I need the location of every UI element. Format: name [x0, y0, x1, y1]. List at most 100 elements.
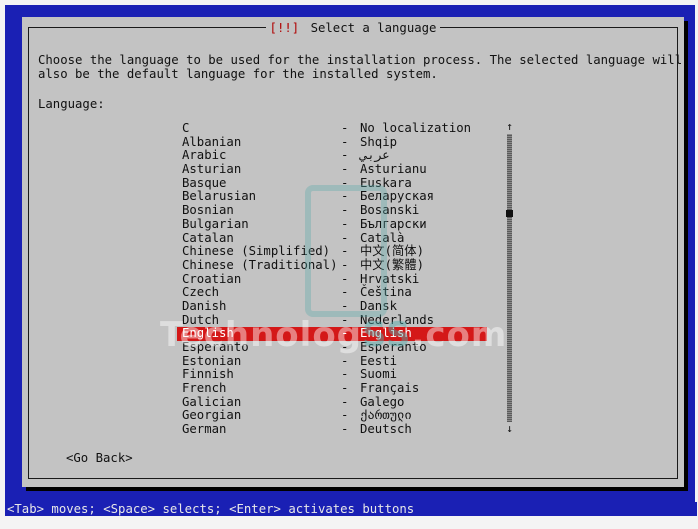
separator: -	[341, 257, 349, 272]
language-native-name: عربي	[360, 148, 390, 163]
separator: -	[341, 422, 349, 437]
scroll-up-icon[interactable]: ↑	[505, 121, 514, 132]
language-name: Albanian	[182, 134, 242, 149]
separator: -	[341, 298, 349, 313]
language-label: Language:	[38, 97, 105, 111]
language-option-danish[interactable]: Danish - Dansk	[177, 298, 487, 314]
title-text: Select a language	[308, 21, 439, 35]
dialog-description: Choose the language to be used for the i…	[38, 53, 682, 82]
language-option-german[interactable]: German - Deutsch	[177, 422, 487, 437]
language-name: Arabic	[182, 148, 227, 163]
description-line-1: Choose the language to be used for the i…	[38, 53, 683, 67]
language-native-name: Asturianu	[360, 162, 427, 177]
language-name: French	[182, 381, 227, 396]
language-native-name: Nederlands	[360, 312, 435, 327]
language-native-name: Dansk	[360, 298, 398, 313]
language-option-finnish[interactable]: Finnish - Suomi	[177, 368, 487, 382]
separator: -	[341, 203, 349, 218]
language-name: Chinese (Traditional)	[182, 257, 338, 272]
language-option-english[interactable]: English - English	[177, 327, 487, 341]
language-native-name: Suomi	[360, 367, 398, 382]
language-option-arabic[interactable]: Arabic - عربي	[177, 149, 487, 163]
separator: -	[341, 148, 349, 163]
separator: -	[341, 271, 349, 286]
language-native-name: Shqip	[360, 134, 398, 149]
language-native-name: ქართული	[360, 408, 412, 423]
separator: -	[341, 326, 349, 341]
language-name: Bulgarian	[182, 216, 249, 231]
language-option-czech[interactable]: Czech - Čeština	[177, 286, 487, 300]
language-name: Croatian	[182, 271, 242, 286]
language-native-name: English	[360, 326, 412, 341]
separator: -	[341, 175, 349, 190]
language-option-esperanto[interactable]: Esperanto - Esperanto	[177, 340, 487, 355]
list-scrollbar[interactable]: ↑ ↓	[505, 121, 514, 434]
language-native-name: Euskara	[360, 175, 412, 190]
language-native-name: Беларуская	[360, 189, 435, 204]
language-name: German	[182, 422, 227, 437]
separator: -	[341, 340, 349, 354]
language-name: Estonian	[182, 353, 242, 368]
language-name: Finnish	[182, 367, 234, 382]
separator: -	[341, 162, 349, 177]
scrollbar-thumb[interactable]	[506, 210, 513, 217]
language-name: Asturian	[182, 162, 242, 177]
language-name: Belarusian	[182, 189, 257, 204]
language-native-name: 中文(简体)	[360, 244, 424, 259]
go-back-button[interactable]: <Go Back>	[66, 451, 133, 465]
language-option-estonian[interactable]: Estonian - Eesti	[177, 353, 487, 369]
language-native-name: Français	[360, 381, 420, 396]
language-native-name: Български	[360, 216, 427, 231]
title-bracket: [!!]	[267, 21, 302, 35]
separator: -	[341, 189, 349, 204]
language-name: Chinese (Simplified)	[182, 244, 331, 259]
language-name: Georgian	[182, 408, 242, 423]
language-name: Danish	[182, 298, 227, 313]
language-name: Catalan	[182, 230, 234, 245]
scroll-down-icon[interactable]: ↓	[505, 423, 514, 434]
language-option-french[interactable]: French - Français	[177, 381, 487, 396]
language-option-belarusian[interactable]: Belarusian - Беларуская	[177, 190, 487, 204]
language-native-name: Esperanto	[360, 340, 427, 354]
language-native-name: Deutsch	[360, 422, 412, 437]
separator: -	[341, 381, 349, 396]
language-option-croatian[interactable]: Croatian - Hrvatski	[177, 271, 487, 287]
language-option-dutch[interactable]: Dutch - Nederlands	[177, 312, 487, 328]
language-native-name: 中文(繁體)	[360, 257, 424, 272]
language-name: C	[182, 121, 190, 135]
language-option-bosnian[interactable]: Bosnian - Bosanski	[177, 203, 487, 218]
language-native-name: Galego	[360, 394, 405, 409]
status-bar: <Tab> moves; <Space> selects; <Enter> ac…	[5, 502, 697, 516]
language-name: Dutch	[182, 312, 220, 327]
separator: -	[341, 394, 349, 409]
separator: -	[341, 216, 349, 231]
dialog-title: [!!] Select a language	[22, 20, 684, 36]
language-option-chinese-traditional[interactable]: Chinese (Traditional) - 中文(繁體)	[177, 257, 487, 273]
language-option-catalan[interactable]: Catalan - Català	[177, 230, 487, 246]
language-dialog: [!!] Select a language Choose the langua…	[22, 17, 684, 487]
language-name: Czech	[182, 285, 220, 300]
language-name: Bosnian	[182, 203, 234, 218]
language-option-albanian[interactable]: Albanian - Shqip	[177, 134, 487, 150]
language-option-galician[interactable]: Galician - Galego	[177, 394, 487, 410]
separator: -	[341, 312, 349, 327]
separator: -	[341, 244, 349, 259]
language-native-name: Eesti	[360, 353, 398, 368]
language-native-name: No localization	[360, 121, 472, 135]
language-name: English	[182, 326, 234, 341]
language-option-c[interactable]: C - No localization	[177, 121, 487, 136]
language-name: Galician	[182, 394, 242, 409]
language-native-name: Bosanski	[360, 203, 420, 218]
separator: -	[341, 353, 349, 368]
language-name: Esperanto	[182, 340, 249, 354]
separator: -	[341, 408, 349, 423]
language-name: Basque	[182, 175, 227, 190]
language-option-asturian[interactable]: Asturian - Asturianu	[177, 162, 487, 177]
language-option-bulgarian[interactable]: Bulgarian - Български	[177, 216, 487, 232]
language-list[interactable]: C - No localization Albanian - Shqip Arabic - عر…	[177, 121, 487, 437]
scrollbar-track[interactable]	[507, 134, 512, 422]
description-line-2: also be the default language for the ins…	[38, 67, 438, 82]
language-option-georgian[interactable]: Georgian - ქართული	[177, 409, 487, 423]
language-option-basque[interactable]: Basque - Euskara	[177, 175, 487, 191]
language-option-chinese-simplified[interactable]: Chinese (Simplified) - 中文(简体)	[177, 244, 487, 259]
